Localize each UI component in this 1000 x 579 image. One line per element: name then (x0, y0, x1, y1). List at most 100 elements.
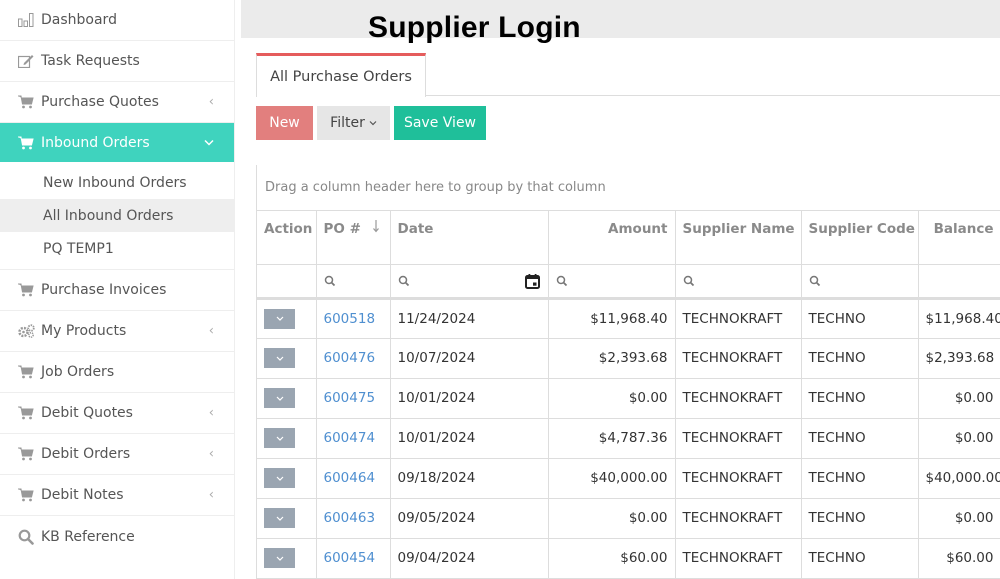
submenu-item-new-inbound-orders[interactable]: New Inbound Orders (0, 166, 234, 199)
column-header-balance[interactable]: Balance (918, 211, 1000, 265)
filter-cell-date[interactable] (390, 264, 549, 300)
cart-icon (17, 282, 35, 298)
balance-cell: $11,968.40 (918, 298, 1000, 339)
orders-table-body: 600518 11/24/2024 $11,968.40 TECHNOKRAFT TEC… (257, 298, 1000, 579)
action-cell (257, 498, 317, 539)
search-icon (556, 275, 568, 287)
sidebar-item-label: Purchase Invoices (41, 282, 167, 298)
page-title: Supplier Login (368, 11, 581, 44)
calendar-icon[interactable] (524, 273, 540, 289)
sidebar-item-kb-reference[interactable]: KB Reference (0, 516, 234, 557)
supplier-name-cell: TECHNOKRAFT (675, 458, 802, 499)
po-number-link[interactable]: 600463 (324, 510, 376, 526)
top-bar (241, 0, 1000, 38)
column-header-supplier-code[interactable]: Supplier Code (801, 211, 919, 265)
chevron-left-icon: ‹ (208, 323, 214, 339)
column-header-label: PO # (323, 221, 361, 237)
chevron-down-icon (276, 356, 284, 361)
action-cell (257, 538, 317, 579)
sidebar-item-dashboard[interactable]: Dashboard (0, 0, 234, 41)
po-number-link[interactable]: 600518 (324, 311, 376, 327)
filter-cell-amount[interactable] (548, 264, 676, 300)
sidebar-item-label: Debit Notes (41, 487, 124, 503)
sidebar-item-label: Debit Orders (41, 446, 131, 462)
orders-table: Action PO # Date Amount Supplier Name Su… (257, 211, 1000, 579)
sidebar-item-job-orders[interactable]: Job Orders (0, 352, 234, 393)
po-number-cell: 600476 (316, 338, 391, 379)
filter-cell-po[interactable] (316, 264, 391, 300)
filter-cell-action (257, 264, 317, 300)
supplier-code-cell: TECHNO (801, 378, 919, 419)
po-number-link[interactable]: 600476 (324, 350, 376, 366)
sidebar-item-label: Job Orders (41, 364, 115, 380)
po-number-link[interactable]: 600475 (324, 390, 376, 406)
row-action-button[interactable] (264, 388, 295, 408)
supplier-name-cell: TECHNOKRAFT (675, 378, 802, 419)
po-number-link[interactable]: 600454 (324, 550, 376, 566)
po-number-link[interactable]: 600464 (324, 470, 376, 486)
sidebar-item-task-requests[interactable]: Task Requests (0, 41, 234, 82)
po-number-link[interactable]: 600474 (324, 430, 376, 446)
po-number-cell: 600475 (316, 378, 391, 419)
filter-button[interactable]: Filter (317, 106, 390, 140)
table-row: 600463 09/05/2024 $0.00 TECHNOKRAFT TECHNO $0… (257, 498, 1000, 539)
sidebar-item-purchase-quotes[interactable]: Purchase Quotes ‹ (0, 82, 234, 123)
chevron-left-icon: ‹ (208, 405, 214, 421)
tab-all-purchase-orders[interactable]: All Purchase Orders (256, 53, 426, 97)
po-number-cell: 600474 (316, 418, 391, 459)
action-cell (257, 378, 317, 419)
column-header-action[interactable]: Action (257, 211, 317, 265)
chevron-down-icon (276, 476, 284, 481)
amount-cell: $11,968.40 (548, 298, 676, 339)
edit-icon (17, 53, 35, 69)
action-cell (257, 338, 317, 379)
submenu-item-all-inbound-orders[interactable]: All Inbound Orders (0, 199, 234, 232)
balance-cell: $0.00 (918, 498, 1000, 539)
sidebar-item-label: KB Reference (41, 528, 135, 545)
supplier-code-cell: TECHNO (801, 498, 919, 539)
filter-cell-supplier-name[interactable] (675, 264, 802, 300)
table-row: 600476 10/07/2024 $2,393.68 TECHNOKRAFT TECH… (257, 338, 1000, 379)
group-by-panel[interactable]: Drag a column header here to group by th… (257, 165, 1000, 211)
amount-cell: $0.00 (548, 378, 676, 419)
sidebar-item-my-products[interactable]: My Products ‹ (0, 311, 234, 352)
sidebar-item-debit-orders[interactable]: Debit Orders ‹ (0, 434, 234, 475)
action-cell (257, 458, 317, 499)
sidebar-item-debit-notes[interactable]: Debit Notes ‹ (0, 475, 234, 516)
search-icon (17, 529, 35, 545)
balance-cell: $2,393.68 (918, 338, 1000, 379)
row-action-button[interactable] (264, 308, 295, 329)
sidebar-item-label: Purchase Quotes (41, 94, 159, 110)
new-button[interactable]: New (256, 106, 313, 140)
row-action-button[interactable] (264, 468, 295, 488)
row-action-button[interactable] (264, 508, 295, 528)
filter-cell-supplier-code[interactable] (801, 264, 919, 300)
row-action-button[interactable] (264, 428, 295, 448)
column-header-po[interactable]: PO # (316, 211, 391, 265)
amount-cell: $0.00 (548, 498, 676, 539)
column-header-date[interactable]: Date (390, 211, 549, 265)
bar-chart-icon (17, 12, 35, 28)
sidebar-item-debit-quotes[interactable]: Debit Quotes ‹ (0, 393, 234, 434)
cart-icon (17, 94, 35, 110)
chevron-down-icon (204, 135, 214, 150)
chevron-left-icon: ‹ (208, 94, 214, 110)
po-number-cell: 600518 (316, 298, 391, 339)
sidebar-item-inbound-orders[interactable]: Inbound Orders (0, 123, 234, 162)
column-header-amount[interactable]: Amount (548, 211, 676, 265)
action-cell (257, 418, 317, 459)
row-action-button[interactable] (264, 548, 295, 568)
column-header-supplier-name[interactable]: Supplier Name (675, 211, 802, 265)
submenu-item-pq-temp1[interactable]: PQ TEMP1 (0, 232, 234, 265)
chevron-left-icon: ‹ (208, 487, 214, 503)
cart-icon (17, 405, 35, 421)
search-icon (683, 275, 695, 287)
cart-icon (17, 364, 35, 380)
po-number-cell: 600463 (316, 498, 391, 539)
sidebar-item-label: Debit Quotes (41, 405, 133, 421)
row-action-button[interactable] (264, 348, 295, 368)
chevron-down-icon (276, 436, 284, 441)
supplier-name-cell: TECHNOKRAFT (675, 418, 802, 459)
sidebar-item-purchase-invoices[interactable]: Purchase Invoices (0, 270, 234, 311)
save-view-button[interactable]: Save View (394, 106, 486, 140)
